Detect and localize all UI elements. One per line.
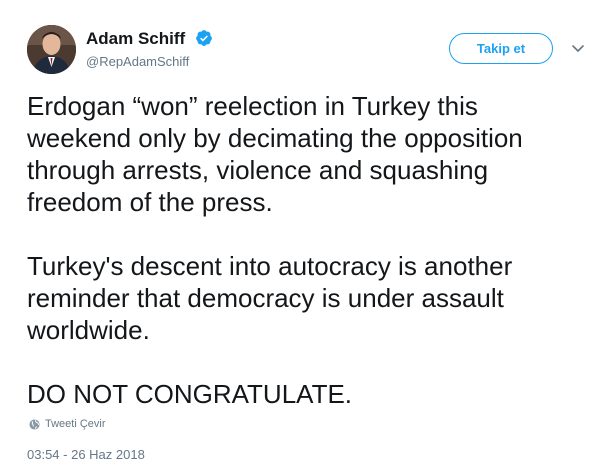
verified-badge-icon xyxy=(196,30,212,46)
avatar-photo xyxy=(27,25,76,74)
follow-button[interactable]: Takip et xyxy=(449,33,553,64)
tweet-paragraph: Erdogan “won” reelection in Turkey this … xyxy=(27,91,523,217)
author-handle[interactable]: @RepAdamSchiff xyxy=(86,54,189,69)
tweet-paragraph: Turkey's descent into autocracy is anoth… xyxy=(27,251,513,345)
globe-icon xyxy=(29,418,40,430)
chevron-down-icon[interactable] xyxy=(570,42,586,56)
author-name[interactable]: Adam Schiff xyxy=(86,29,185,49)
avatar[interactable] xyxy=(27,25,76,74)
tweet-paragraph: DO NOT CONGRATULATE. xyxy=(27,379,353,409)
tweet-timestamp[interactable]: 03:54 - 26 Haz 2018 xyxy=(27,447,145,462)
translate-tweet-link[interactable]: Tweeti Çevir xyxy=(29,418,106,430)
tweet-text: Erdogan “won” reelection in Turkey this … xyxy=(27,90,587,410)
translate-label[interactable]: Tweeti Çevir xyxy=(45,418,106,430)
